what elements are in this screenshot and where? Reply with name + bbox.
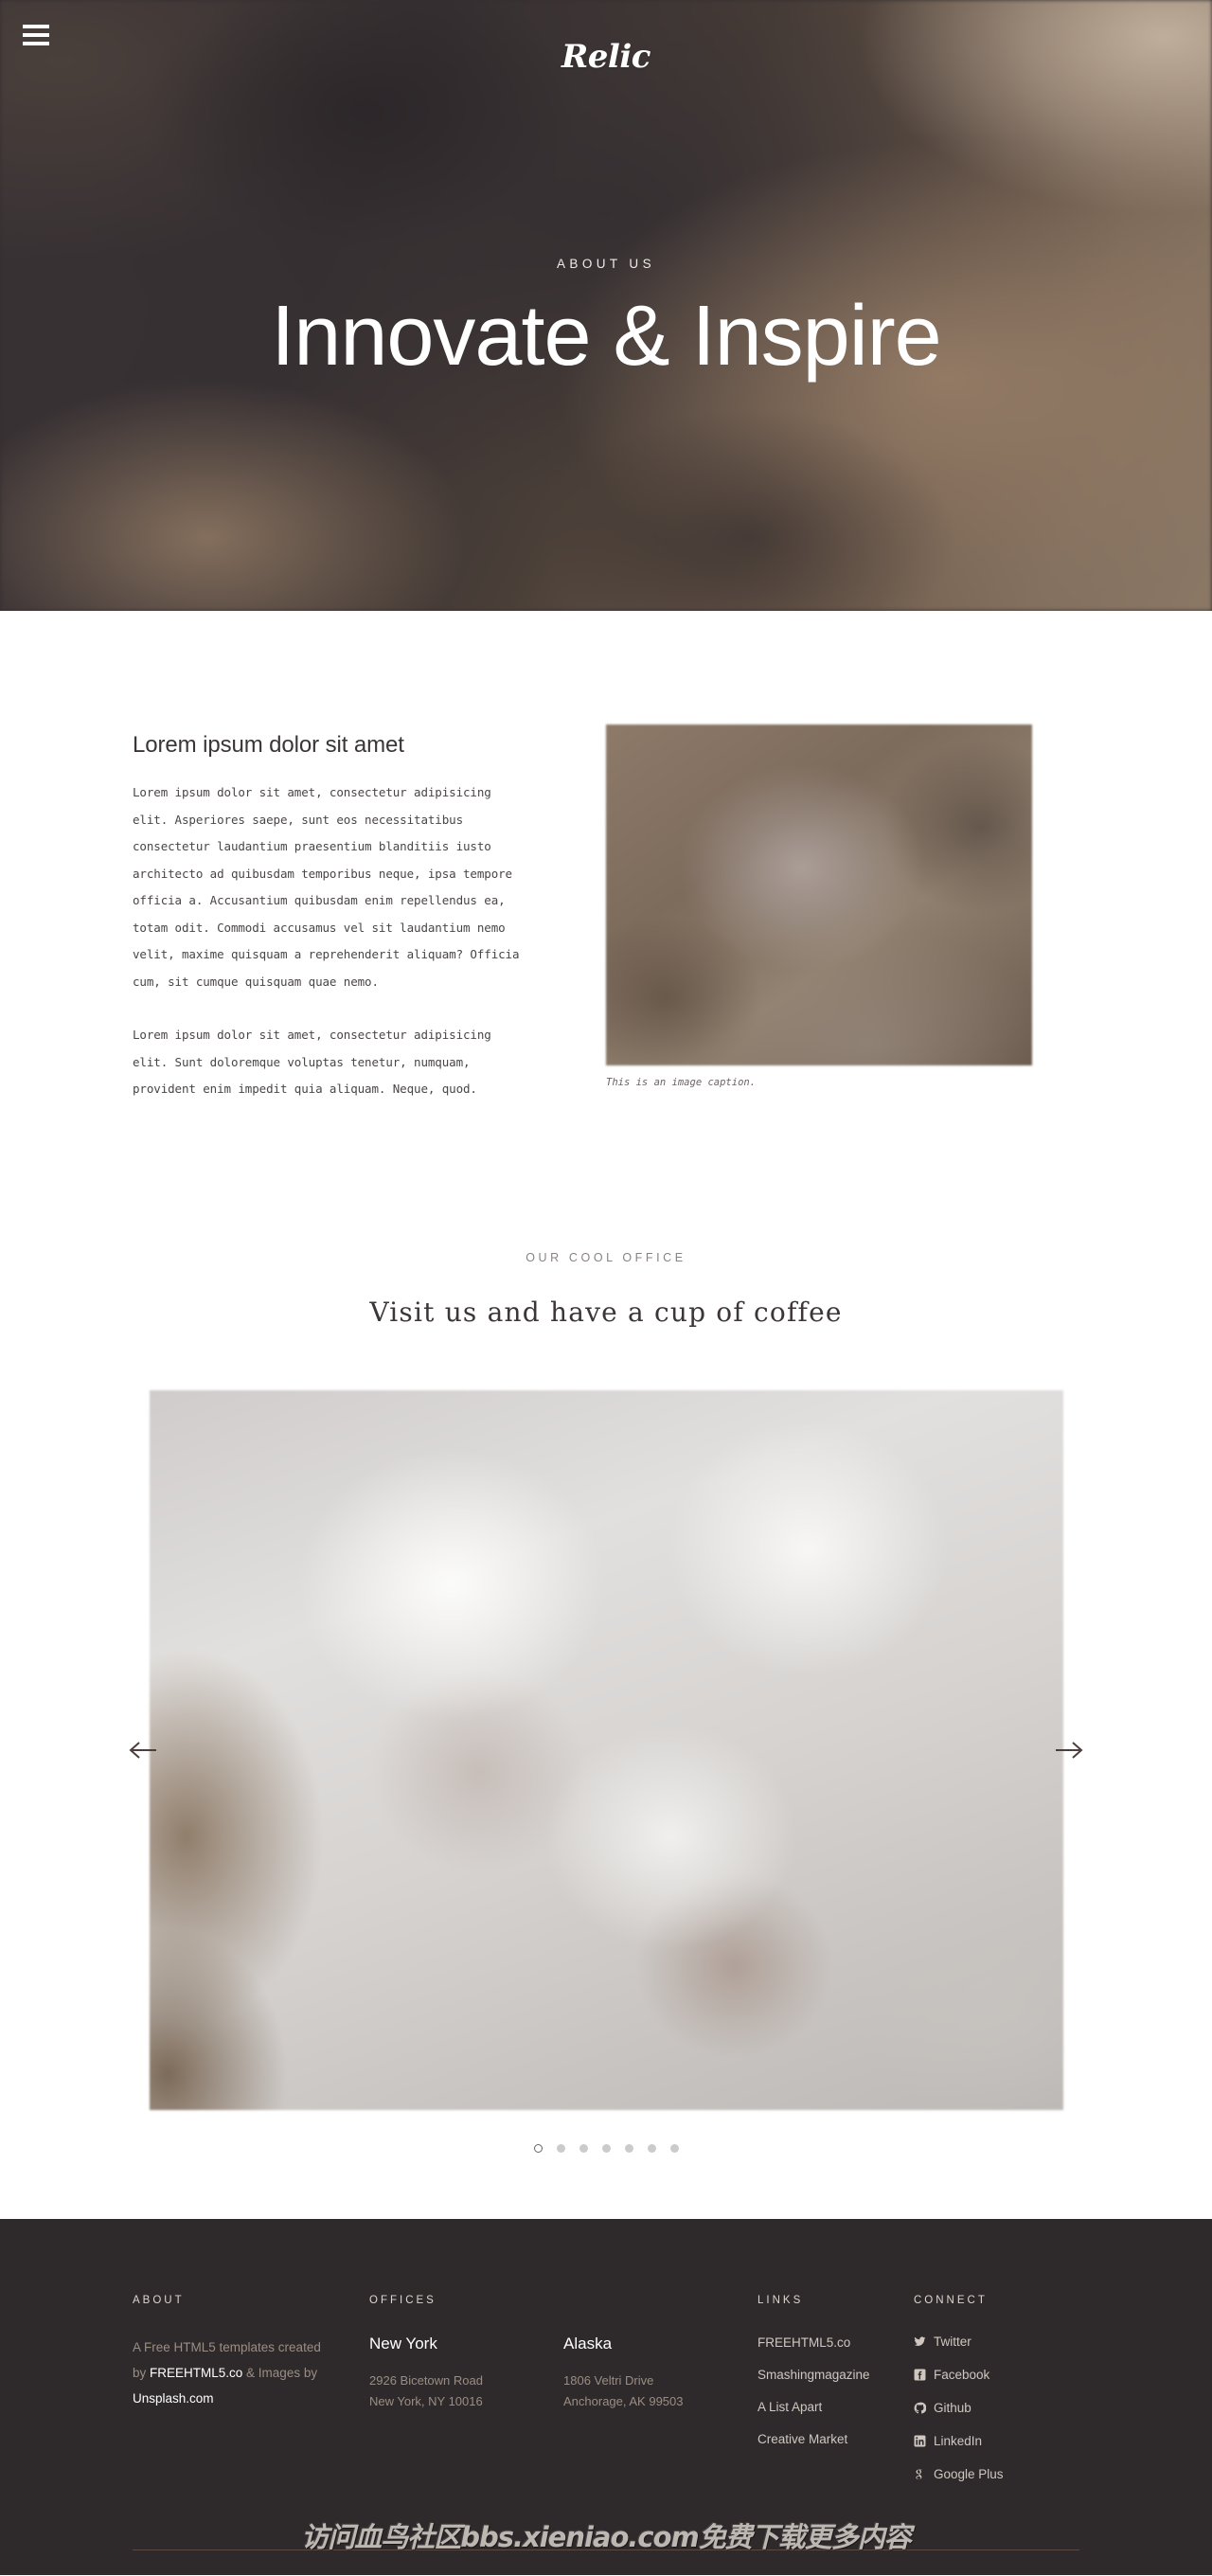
list-item: Google Plus [914, 2467, 1079, 2485]
google-plus-icon [914, 2468, 926, 2480]
footer-about-column: ABOUT A Free HTML5 templates created by … [133, 2295, 369, 2500]
carousel-prev-arrow-icon[interactable] [125, 1731, 163, 1769]
footer-about-line1: A Free HTML5 templates created [133, 2339, 321, 2354]
footer-connect-heading: CONNECT [914, 2294, 988, 2306]
footer-link-smashingmagazine[interactable]: Smashingmagazine [758, 2368, 870, 2382]
about-image [606, 724, 1032, 1065]
site-footer: ABOUT A Free HTML5 templates created by … [0, 2218, 1212, 2575]
footer-offices-column: OFFICES New York 2926 Bicetown Road New … [369, 2295, 758, 2500]
carousel-dot[interactable] [669, 2143, 679, 2153]
footer-link-freehtml5[interactable]: FREEHTML5.co [758, 2335, 850, 2350]
footer-office-item: Alaska 1806 Veltri Drive Anchorage, AK 9… [563, 2334, 758, 2413]
hero-section: Relic ABOUT US Innovate & Inspire [0, 0, 1212, 611]
footer-links-heading: LINKS [758, 2294, 804, 2306]
list-item: Twitter [914, 2334, 1079, 2352]
list-item: Creative Market [758, 2431, 914, 2448]
hero-eyebrow: ABOUT US [557, 256, 655, 271]
about-paragraph-1: Lorem ipsum dolor sit amet, consectetur … [133, 785, 520, 989]
list-item: Facebook [914, 2368, 1079, 2386]
carousel-dot-active[interactable] [533, 2143, 543, 2153]
footer-links-list: FREEHTML5.co Smashingmagazine A List Apa… [758, 2334, 914, 2448]
footer-social-label: LinkedIn [934, 2433, 983, 2448]
footer-social-label: Twitter [934, 2334, 971, 2349]
about-section: Lorem ipsum dolor sit amet Lorem ipsum d… [0, 611, 1212, 1130]
footer-office-address-line1: 1806 Veltri Drive [563, 2372, 654, 2388]
footer-about-text: A Free HTML5 templates created by FREEHT… [133, 2334, 369, 2411]
office-heading: Visit us and have a cup of coffee [369, 1296, 843, 1328]
page-title: Innovate & Inspire [271, 288, 941, 384]
list-item: FREEHTML5.co [758, 2334, 914, 2352]
footer-offices-heading: OFFICES [369, 2294, 437, 2306]
footer-offices-grid: New York 2926 Bicetown Road New York, NY… [369, 2334, 758, 2413]
footer-office-item: New York 2926 Bicetown Road New York, NY… [369, 2334, 563, 2413]
office-eyebrow: OUR COOL OFFICE [526, 1250, 686, 1264]
hamburger-bar [23, 33, 49, 37]
footer-link-creativemarket[interactable]: Creative Market [758, 2432, 847, 2446]
list-item: A List Apart [758, 2399, 914, 2416]
arrow-left-icon [129, 1741, 156, 1759]
about-text-column: Lorem ipsum dolor sit amet Lorem ipsum d… [133, 724, 559, 1130]
about-heading: Lorem ipsum dolor sit amet [133, 732, 404, 758]
about-image-caption: This is an image caption. [606, 1077, 757, 1088]
office-section: OUR COOL OFFICE Visit us and have a cup … [0, 1129, 1212, 1328]
carousel-dot[interactable] [579, 2143, 588, 2153]
linkedin-icon [914, 2435, 926, 2447]
carousel-slide-image [149, 1389, 1063, 2110]
about-container: Lorem ipsum dolor sit amet Lorem ipsum d… [133, 724, 1079, 1130]
footer-office-address-line2: New York, NY 10016 [369, 2393, 483, 2408]
carousel-dot[interactable] [624, 2143, 633, 2153]
carousel-dot[interactable] [601, 2143, 611, 2153]
footer-about-line2-post: & Images by [242, 2365, 318, 2380]
carousel-dot[interactable] [647, 2143, 656, 2153]
footer-social-label: Facebook [934, 2367, 990, 2382]
footer-office-city: Alaska [563, 2334, 613, 2352]
footer-office-address-line1: 2926 Bicetown Road [369, 2372, 483, 2388]
footer-about-line2-pre: by [133, 2365, 151, 2380]
hamburger-bar [23, 25, 49, 28]
about-image-column: This is an image caption. [606, 724, 1032, 1088]
carousel [0, 1389, 1212, 2110]
twitter-icon [914, 2335, 926, 2348]
footer-bottom [133, 2550, 1079, 2575]
list-item: Smashingmagazine [758, 2367, 914, 2384]
footer-social-label: Github [934, 2400, 971, 2415]
carousel-dot[interactable] [556, 2143, 565, 2153]
footer-link-alistapart[interactable]: A List Apart [758, 2400, 822, 2414]
footer-office-address: 1806 Veltri Drive Anchorage, AK 99503 [563, 2370, 758, 2413]
footer-office-address-line2: Anchorage, AK 99503 [563, 2393, 684, 2408]
facebook-icon [914, 2369, 926, 2381]
footer-social-facebook[interactable]: Facebook [914, 2368, 989, 2382]
github-icon [914, 2402, 926, 2414]
footer-about-heading: ABOUT [133, 2294, 185, 2306]
arrow-right-icon [1056, 1741, 1083, 1759]
site-logo[interactable]: Relic [0, 38, 1212, 76]
footer-social-twitter[interactable]: Twitter [914, 2334, 971, 2349]
carousel-dots [0, 2109, 1212, 2219]
footer-connect-column: CONNECT Twitter Facebook Github LinkedIn… [914, 2295, 1079, 2500]
list-item: LinkedIn [914, 2434, 1079, 2452]
hero-content: ABOUT US Innovate & Inspire [0, 0, 1212, 611]
footer-social-google-plus[interactable]: Google Plus [914, 2467, 1004, 2481]
footer-columns: ABOUT A Free HTML5 templates created by … [133, 2295, 1079, 2500]
carousel-next-arrow-icon[interactable] [1049, 1731, 1087, 1769]
list-item: Github [914, 2401, 1079, 2419]
footer-connect-list: Twitter Facebook Github LinkedIn Google … [914, 2334, 1079, 2485]
about-paragraph-2: Lorem ipsum dolor sit amet, consectetur … [133, 1028, 491, 1096]
footer-links-column: LINKS FREEHTML5.co Smashingmagazine A Li… [758, 2295, 914, 2500]
footer-about-link[interactable]: FREEHTML5.co [150, 2366, 242, 2380]
footer-office-address: 2926 Bicetown Road New York, NY 10016 [369, 2370, 563, 2413]
footer-social-label: Google Plus [934, 2466, 1004, 2481]
about-row: Lorem ipsum dolor sit amet Lorem ipsum d… [133, 724, 1079, 1130]
footer-social-github[interactable]: Github [914, 2401, 971, 2415]
footer-social-linkedin[interactable]: LinkedIn [914, 2434, 982, 2448]
footer-about-images-link[interactable]: Unsplash.com [133, 2391, 214, 2406]
footer-office-city: New York [369, 2334, 437, 2352]
